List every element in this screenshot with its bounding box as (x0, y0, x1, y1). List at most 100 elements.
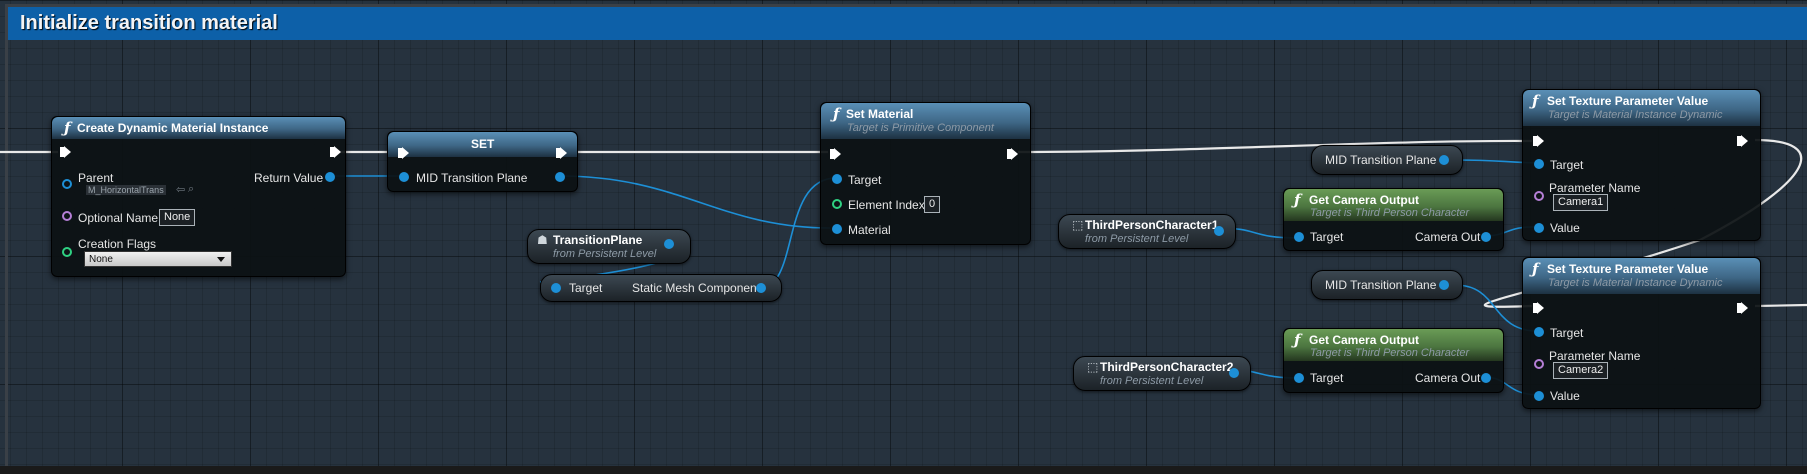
actor-icon: ⬚ (1087, 360, 1099, 374)
target-pin[interactable] (551, 283, 561, 293)
element-index-pin[interactable] (832, 199, 842, 209)
exec-out-pin[interactable] (1737, 135, 1748, 147)
exec-in-pin[interactable] (398, 147, 409, 159)
target-pin[interactable] (832, 174, 842, 184)
mid-transition-plane-out-pin[interactable] (555, 172, 565, 182)
parent-label: Parent (78, 171, 114, 185)
parent-asset-selector[interactable]: M_HorizontalTrans (86, 185, 166, 195)
node-subtitle: Target is Third Person Character (1310, 207, 1470, 219)
parameter-name-label: Parameter Name (1549, 181, 1641, 195)
target-label: Target (569, 281, 603, 295)
data-wire (559, 175, 831, 229)
creation-flags-dropdown[interactable]: None (84, 251, 232, 267)
node-title: ThirdPersonCharacter1 (1085, 218, 1219, 232)
value-pin[interactable] (1534, 391, 1544, 401)
target-label: Target (848, 173, 882, 187)
parameter-name-field[interactable]: Camera1 (1553, 194, 1609, 211)
exec-wire (1754, 303, 1807, 308)
static-mesh-component-getter[interactable]: Target Static Mesh Component (540, 274, 782, 302)
parameter-name-pin[interactable] (1534, 359, 1544, 369)
node-subtitle: from Persistent Level (553, 248, 657, 260)
function-icon: ƒ (1532, 92, 1539, 110)
actor-icon: ☗ (537, 233, 548, 247)
create-dynamic-material-instance-node[interactable]: ƒ Create Dynamic Material Instance Paren… (51, 116, 346, 277)
value-label: Value (1550, 389, 1580, 403)
node-subtitle: Target is Material Instance Dynamic (1548, 109, 1723, 121)
mid-transition-plane-getter[interactable]: MID Transition Plane (1311, 145, 1463, 175)
node-title: Set Texture Parameter Value (1547, 262, 1709, 276)
node-title: TransitionPlane (553, 233, 643, 247)
third-person-character-1-reference[interactable]: ⬚ ThirdPersonCharacter1 from Persistent … (1058, 214, 1236, 249)
exec-out-pin[interactable] (556, 147, 567, 159)
function-icon: ƒ (64, 119, 71, 137)
element-index-field[interactable]: 0 (924, 196, 941, 213)
get-camera-output-2-node[interactable]: ƒ Get Camera Output Target is Third Pers… (1283, 328, 1504, 393)
return-value-label: Return Value (254, 171, 324, 185)
set-variable-node[interactable]: SET MID Transition Plane (387, 131, 578, 192)
optional-name-field[interactable]: None (159, 209, 196, 226)
node-subtitle: from Persistent Level (1100, 375, 1204, 387)
search-icon[interactable]: ⌕ (188, 183, 194, 196)
third-person-character-2-out-pin[interactable] (1229, 368, 1239, 378)
function-icon: ƒ (1294, 191, 1301, 209)
node-title: Set Material (846, 107, 914, 121)
exec-out-pin[interactable] (1007, 148, 1018, 160)
exec-out-pin[interactable] (1737, 302, 1748, 314)
browse-arrow-icon[interactable]: ⇦ (176, 183, 185, 196)
blueprint-graph-canvas[interactable]: Initialize transition material ƒ Create … (0, 0, 1807, 474)
return-value-pin[interactable] (325, 172, 335, 182)
variable-label: MID Transition Plane (1325, 153, 1437, 167)
target-label: Target (1550, 326, 1584, 340)
exec-in-pin[interactable] (60, 146, 71, 158)
exec-in-pin[interactable] (830, 148, 841, 160)
mid-transition-plane-in-pin[interactable] (399, 172, 409, 182)
set-material-node[interactable]: ƒ Set Material Target is Primitive Compo… (820, 102, 1031, 245)
parameter-name-field[interactable]: Camera2 (1553, 362, 1609, 379)
creation-flags-label: Creation Flags (78, 237, 157, 251)
get-camera-output-1-node[interactable]: ƒ Get Camera Output Target is Third Pers… (1283, 188, 1504, 251)
static-mesh-component-out-pin[interactable] (756, 283, 766, 293)
third-person-character-2-reference[interactable]: ⬚ ThirdPersonCharacter2 from Persistent … (1073, 356, 1251, 391)
target-label: Target (1310, 230, 1344, 244)
exec-in-pin[interactable] (1533, 135, 1544, 147)
value-pin[interactable] (1534, 223, 1544, 233)
set-texture-parameter-value-2-node[interactable]: ƒ Set Texture Parameter Value Target is … (1522, 257, 1761, 409)
variable-label: MID Transition Plane (1325, 278, 1437, 292)
transition-plane-reference-node[interactable]: ☗ TransitionPlane from Persistent Level (527, 229, 691, 264)
node-title: SET (471, 137, 495, 151)
actor-icon: ⬚ (1072, 218, 1084, 232)
node-subtitle: Target is Third Person Character (1310, 347, 1470, 359)
node-title: Get Camera Output (1309, 333, 1420, 347)
camera-out-label: Camera Out (1415, 230, 1481, 244)
transition-plane-out-pin[interactable] (664, 239, 674, 249)
optional-name-pin[interactable] (62, 211, 72, 221)
set-texture-parameter-value-1-node[interactable]: ƒ Set Texture Parameter Value Target is … (1522, 89, 1761, 241)
graph-bottom-edge (0, 466, 1807, 474)
element-index-label: Element Index (848, 198, 925, 212)
variable-out-pin[interactable] (1439, 155, 1449, 165)
target-pin[interactable] (1294, 373, 1304, 383)
target-label: Target (1550, 158, 1584, 172)
target-pin[interactable] (1534, 159, 1544, 169)
optional-name-label: Optional Name (78, 211, 159, 225)
mid-transition-plane-label: MID Transition Plane (416, 171, 528, 185)
node-subtitle: from Persistent Level (1085, 233, 1189, 245)
exec-in-pin[interactable] (1533, 302, 1544, 314)
parent-pin[interactable] (62, 179, 72, 189)
material-pin[interactable] (832, 224, 842, 234)
node-title: Set Texture Parameter Value (1547, 94, 1709, 108)
camera-out-label: Camera Out (1415, 371, 1481, 385)
target-pin[interactable] (1534, 327, 1544, 337)
node-title: Create Dynamic Material Instance (77, 121, 269, 135)
variable-out-pin[interactable] (1439, 280, 1449, 290)
creation-flags-pin[interactable] (62, 247, 72, 257)
target-pin[interactable] (1294, 232, 1304, 242)
mid-transition-plane-getter[interactable]: MID Transition Plane (1311, 270, 1463, 300)
third-person-character-1-out-pin[interactable] (1214, 226, 1224, 236)
parameter-name-pin[interactable] (1534, 191, 1544, 201)
exec-out-pin[interactable] (330, 146, 341, 158)
camera-out-pin[interactable] (1481, 232, 1491, 242)
camera-out-pin[interactable] (1481, 373, 1491, 383)
node-title: ThirdPersonCharacter2 (1100, 360, 1234, 374)
function-icon: ƒ (833, 105, 840, 123)
